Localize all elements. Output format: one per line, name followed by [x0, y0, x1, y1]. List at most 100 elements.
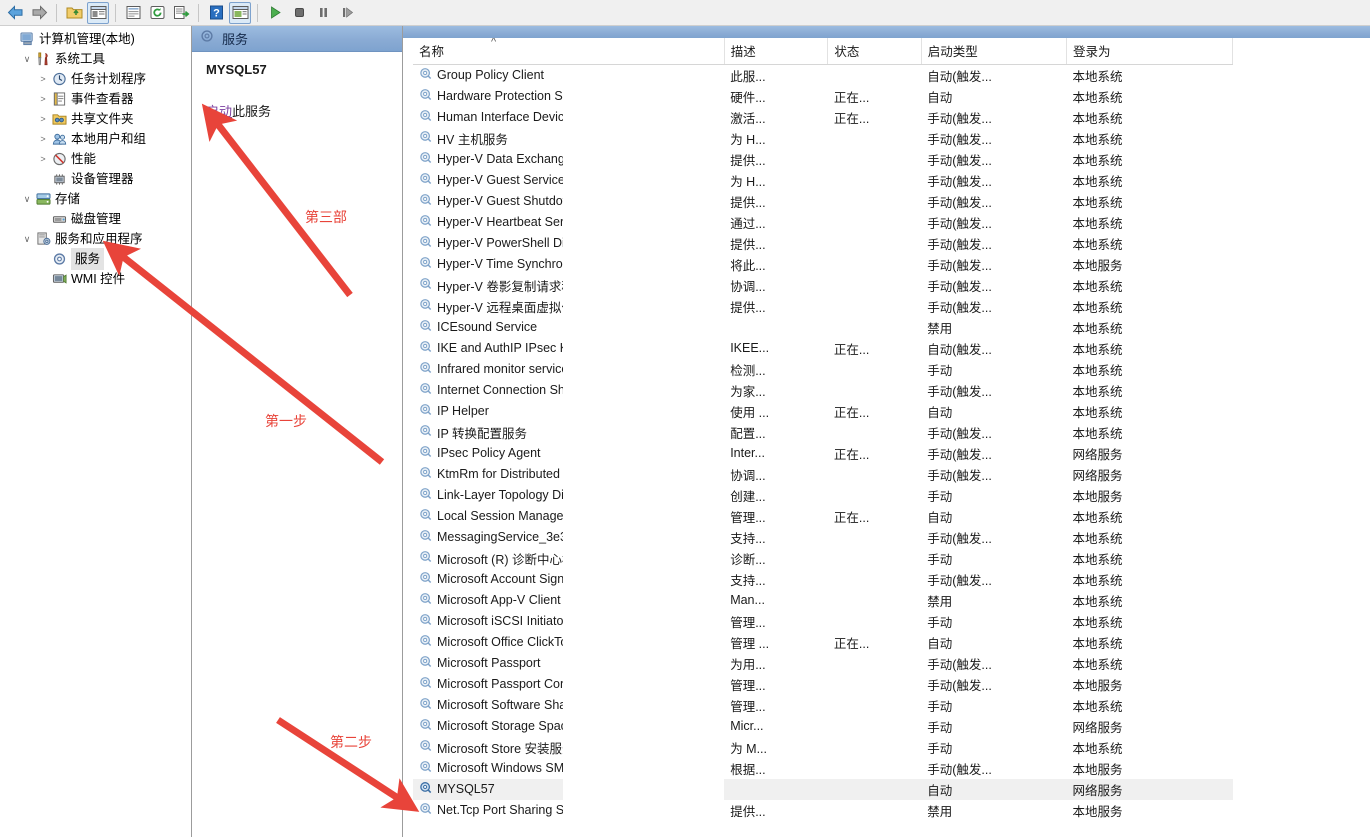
table-row[interactable]: Hyper-V Guest Service In... 为 H... 手动(触发..… [413, 170, 1233, 191]
service-name-label: HV 主机服务 [437, 132, 508, 147]
tree-item-2[interactable]: > 任务计划程序 [0, 69, 191, 89]
export-list-button[interactable] [170, 2, 192, 24]
service-status-cell [828, 149, 921, 170]
table-row[interactable]: Microsoft Passport 为用... 手动(触发... 本地系统 [413, 653, 1233, 674]
service-name-label: Link-Layer Topology Disc... [437, 488, 563, 502]
service-name-cell: Group Policy Client [413, 65, 563, 86]
table-row[interactable]: KtmRm for Distributed Tr... 协调... 手动(触发...… [413, 464, 1233, 485]
service-name-cell: Hyper-V Data Exchange ... [413, 149, 563, 170]
table-row[interactable]: IP Helper 使用 ... 正在... 自动 本地系统 [413, 401, 1233, 422]
restart-service-button[interactable] [336, 2, 358, 24]
table-row[interactable]: Hardware Protection Ser... 硬件... 正在... 自动 本地… [413, 86, 1233, 107]
window-body: 计算机管理(本地) ∨ 系统工具 > 任务计划程序 > 事件查看器 > 共享文件夹 > 本地用户和组… [0, 26, 1370, 837]
table-row[interactable]: IP 转换配置服务 配置... 手动(触发... 本地系统 [413, 422, 1233, 443]
service-gear-icon [419, 424, 432, 440]
tree-item-11[interactable]: 服务 [0, 248, 191, 270]
pause-service-button[interactable] [312, 2, 334, 24]
table-row[interactable]: Hyper-V Heartbeat Service 通过... 手动(触发... 本地… [413, 212, 1233, 233]
chevron-right-icon[interactable]: > [36, 109, 50, 129]
tree-item-8[interactable]: ∨ 存储 [0, 189, 191, 209]
show-action-pane-button[interactable] [229, 1, 251, 24]
table-row[interactable]: Microsoft Software Shad... 管理... 手动 本地系统 [413, 695, 1233, 716]
table-row[interactable]: Hyper-V 远程桌面虚拟化... 提供... 手动(触发... 本地系统 [413, 296, 1233, 317]
forward-button[interactable] [28, 2, 50, 24]
chevron-right-icon[interactable]: > [36, 89, 50, 109]
table-row[interactable]: MessagingService_3e3ec 支持... 手动(触发... 本地系统 [413, 527, 1233, 548]
tree-item-12[interactable]: WMI 控件 [0, 269, 191, 289]
chevron-down-icon[interactable]: ∨ [20, 49, 34, 69]
service-name-cell: Microsoft App-V Client [413, 590, 563, 611]
service-name-label: Hyper-V Data Exchange ... [437, 152, 563, 166]
table-row[interactable]: IKE and AuthIP IPsec Key... IKEE... 正在... 自… [413, 338, 1233, 359]
column-header-desc[interactable]: 描述 [724, 38, 829, 65]
service-status-cell [828, 212, 921, 233]
table-row[interactable]: Link-Layer Topology Disc... 创建... 手动 本地服务 [413, 485, 1233, 506]
table-row[interactable]: Group Policy Client 此服... 自动(触发... 本地系统 [413, 64, 1233, 86]
services-list-container[interactable]: 名称 描述 状态 启动类型 登录为 Group Policy Client 此服... 自动… [413, 38, 1370, 837]
table-row[interactable]: Net.Tcp Port Sharing Ser... 提供... 禁用 本地服务 [413, 800, 1233, 821]
tree-item-5[interactable]: > 本地用户和组 [0, 129, 191, 149]
table-row[interactable]: Human Interface Device ... 激活... 正在... 手动(触… [413, 107, 1233, 128]
column-header-name[interactable]: 名称 [413, 38, 725, 65]
table-row[interactable]: MYSQL57 自动 网络服务 [413, 778, 1233, 800]
table-row[interactable]: Microsoft (R) 诊断中心标... 诊断... 手动 本地系统 [413, 548, 1233, 569]
tree-item-6[interactable]: > 性能 [0, 149, 191, 169]
chevron-right-icon[interactable]: > [36, 129, 50, 149]
start-service-link[interactable]: 启动 [206, 104, 232, 119]
tree-item-10[interactable]: ∨ 服务和应用程序 [0, 229, 191, 249]
tree-item-9[interactable]: 磁盘管理 [0, 209, 191, 229]
table-row[interactable]: Microsoft Store 安装服务 为 M... 手动 本地系统 [413, 737, 1233, 758]
chevron-right-icon[interactable]: > [36, 149, 50, 169]
console-tree[interactable]: 计算机管理(本地) ∨ 系统工具 > 任务计划程序 > 事件查看器 > 共享文件夹 > 本地用户和组… [0, 26, 192, 837]
table-row[interactable]: IPsec Policy Agent Inter... 正在... 手动(触发... 网… [413, 443, 1233, 464]
table-row[interactable]: Hyper-V Time Synchroniz... 将此... 手动(触发... 本… [413, 254, 1233, 275]
table-row[interactable]: ICEsound Service 禁用 本地系统 [413, 317, 1233, 338]
tree-item-3[interactable]: > 事件查看器 [0, 89, 191, 109]
table-row[interactable]: Internet Connection Shari... 为家... 手动(触发..… [413, 380, 1233, 401]
chevron-down-icon[interactable]: ∨ [20, 189, 34, 209]
service-name-cell: Hyper-V Guest Service In... [413, 170, 563, 191]
table-row[interactable]: Infrared monitor service 检测... 手动 本地系统 [413, 359, 1233, 380]
tree-item-0[interactable]: 计算机管理(本地) [0, 29, 191, 49]
help-button[interactable]: ? [205, 2, 227, 24]
table-row[interactable]: Microsoft Account Sign-i... 支持... 手动(触发...… [413, 569, 1233, 590]
table-row[interactable]: Hyper-V PowerShell Dire... 提供... 手动(触发... 本… [413, 233, 1233, 254]
export-list-icon [173, 5, 190, 20]
table-row[interactable]: Microsoft iSCSI Initiator ... 管理... 手动 本地系统 [413, 611, 1233, 632]
chevron-down-icon[interactable]: ∨ [20, 229, 34, 249]
start-service-button[interactable] [264, 2, 286, 24]
service-name-cell: Link-Layer Topology Disc... [413, 485, 563, 506]
table-row[interactable]: HV 主机服务 为 H... 手动(触发... 本地系统 [413, 128, 1233, 149]
chevron-right-icon[interactable]: > [36, 69, 50, 89]
table-row[interactable]: Local Session Manager 管理... 正在... 自动 本地系统 [413, 506, 1233, 527]
service-logon-cell: 本地系统 [1072, 426, 1123, 441]
column-header-startup[interactable]: 启动类型 [921, 38, 1067, 65]
show-hide-console-tree-button[interactable] [87, 1, 109, 24]
table-row[interactable]: Hyper-V Guest Shutdown... 提供... 手动(触发... 本地… [413, 191, 1233, 212]
tree-item-4[interactable]: > 共享文件夹 [0, 109, 191, 129]
refresh-button[interactable] [146, 2, 168, 24]
tree-item-1[interactable]: ∨ 系统工具 [0, 49, 191, 69]
table-row[interactable]: Microsoft Office ClickTo... 管理 ... 正在... 自动… [413, 632, 1233, 653]
list-pane-header-band [403, 26, 1370, 38]
column-header-status[interactable]: 状态 [827, 38, 922, 65]
tree-item-7[interactable]: 设备管理器 [0, 169, 191, 189]
service-status-cell: 正在... [833, 636, 870, 651]
table-row[interactable]: Microsoft App-V Client Man... 禁用 本地系统 [413, 590, 1233, 611]
service-gear-icon [419, 172, 432, 188]
table-row[interactable]: Hyper-V 卷影复制请求程序 协调... 手动(触发... 本地系统 [413, 275, 1233, 296]
stop-service-button[interactable] [288, 2, 310, 24]
column-header-logon[interactable]: 登录为 [1066, 38, 1234, 65]
detail-pane-title: 服务 [222, 32, 249, 47]
service-startup-type-cell: 手动 [927, 720, 953, 735]
table-row[interactable]: Microsoft Storage Space... Micr... 手动 网络服务 [413, 716, 1233, 737]
service-description-cell: Inter... [730, 446, 765, 460]
table-row[interactable]: Microsoft Windows SMS ... 根据... 手动(触发... 本地… [413, 758, 1233, 779]
service-gear-icon [419, 634, 432, 650]
up-folder-button[interactable] [63, 2, 85, 24]
properties-button[interactable] [122, 2, 144, 24]
back-button[interactable] [4, 2, 26, 24]
table-row[interactable]: Hyper-V Data Exchange ... 提供... 手动(触发... 本地… [413, 149, 1233, 170]
service-startup-type-cell: 手动(触发... [927, 447, 992, 462]
table-row[interactable]: Microsoft Passport Cont... 管理... 手动(触发... 本… [413, 674, 1233, 695]
